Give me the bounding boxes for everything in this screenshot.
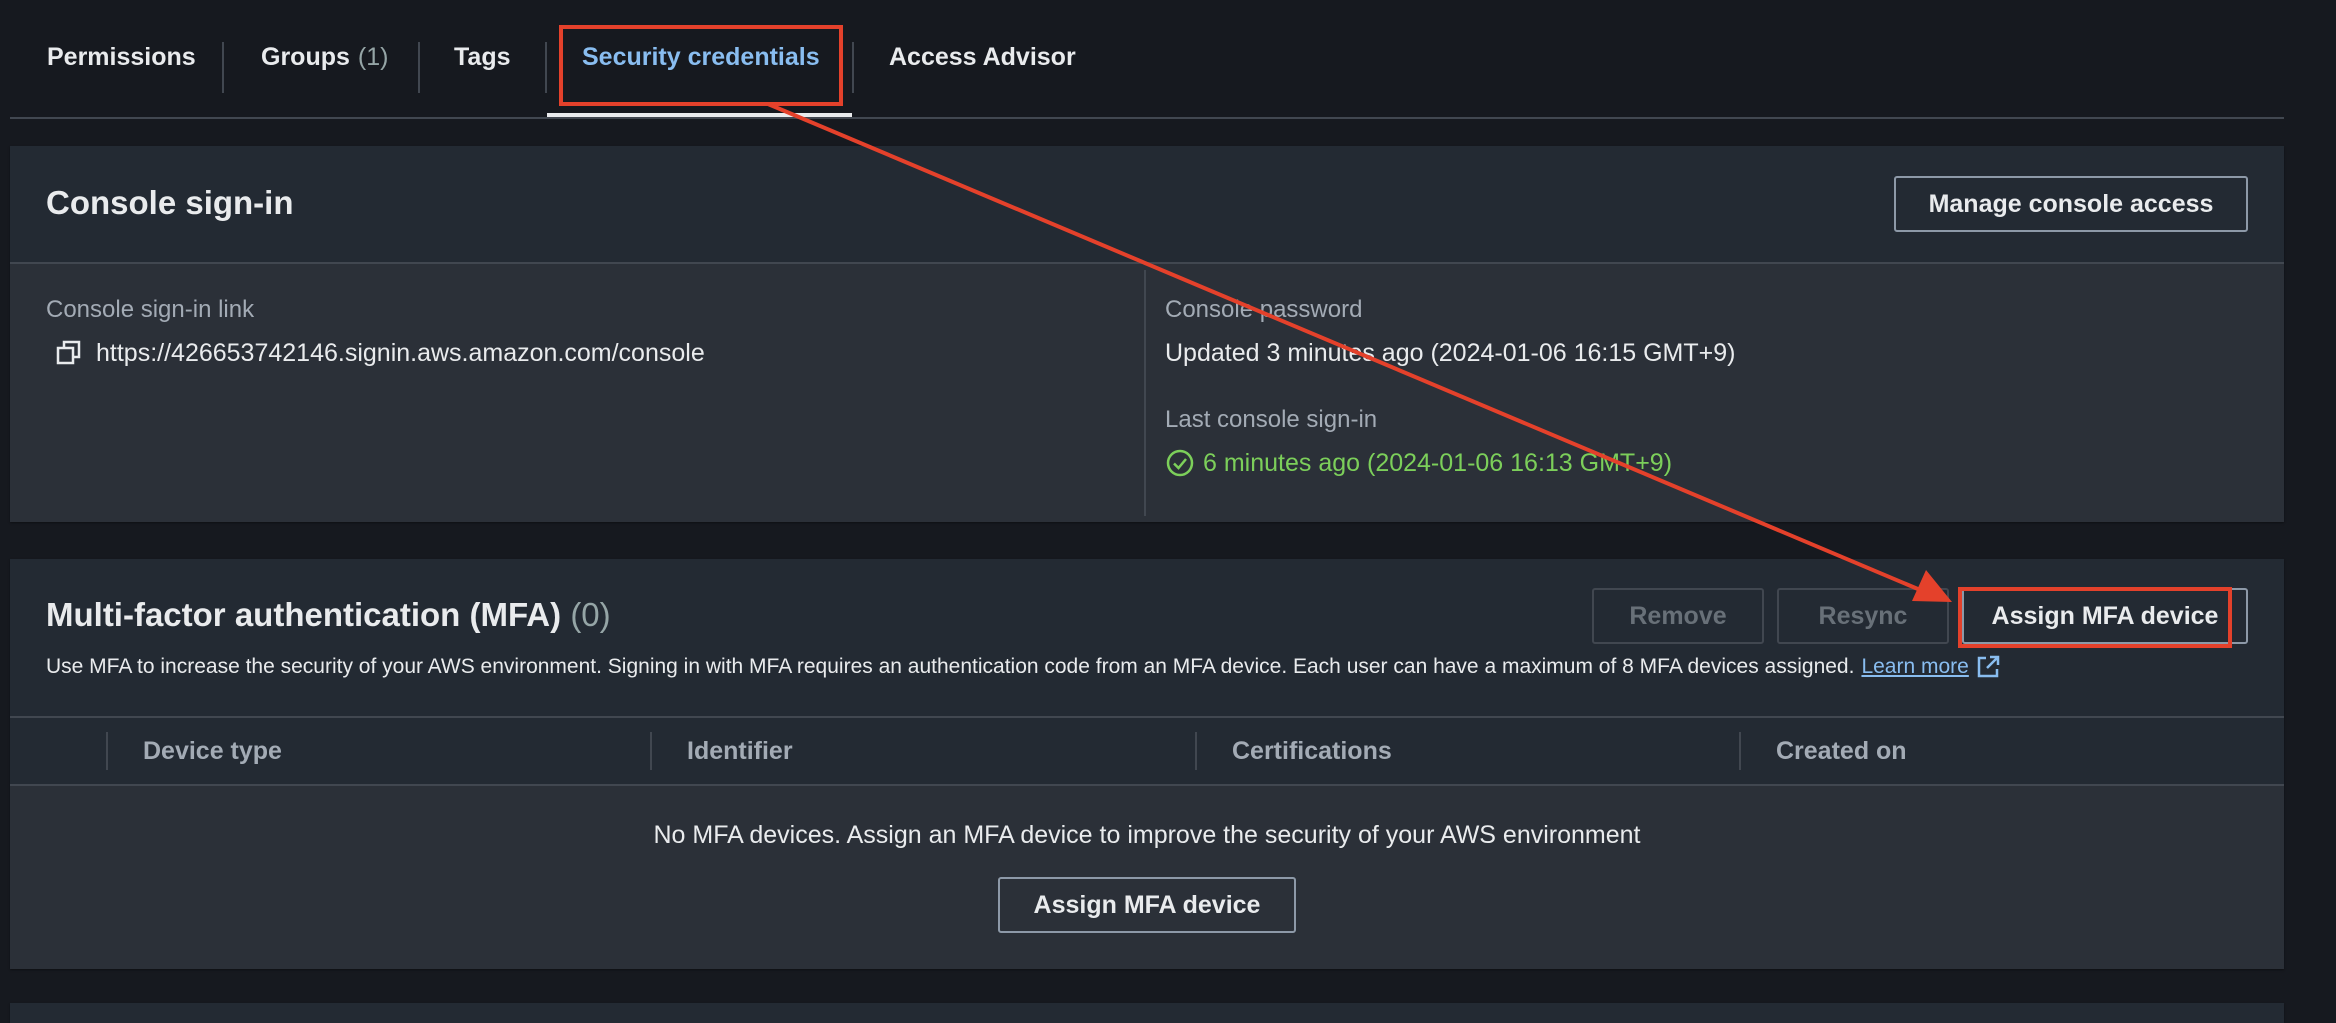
- column-separator: [1739, 732, 1741, 770]
- mfa-description: Use MFA to increase the security of your…: [46, 655, 1855, 678]
- tab-label: Access Advisor: [889, 43, 1076, 71]
- column-divider: [1144, 270, 1146, 516]
- tab-permissions[interactable]: Permissions: [47, 0, 196, 115]
- signin-link-row: https://426653742146.signin.aws.amazon.c…: [54, 338, 705, 368]
- copy-icon[interactable]: [54, 338, 84, 368]
- learn-more-link[interactable]: Learn more: [1861, 655, 1968, 679]
- active-tab-indicator: [547, 113, 852, 117]
- tab-separator: [545, 42, 547, 93]
- remove-button[interactable]: Remove: [1592, 588, 1764, 644]
- mfa-count: (0): [570, 596, 611, 633]
- column-separator: [106, 732, 108, 770]
- empty-state-assign-mfa-button[interactable]: Assign MFA device: [998, 877, 1296, 933]
- status-success-icon: [1165, 448, 1195, 478]
- tab-separator: [852, 42, 854, 93]
- mfa-title-text: Multi-factor authentication (MFA): [46, 596, 562, 633]
- tab-label: Groups: [261, 43, 350, 71]
- column-header-created-on[interactable]: Created on: [1776, 718, 1907, 784]
- console-signin-body: [10, 264, 2284, 522]
- annotation-highlight-box: [1958, 587, 2232, 648]
- tab-separator: [418, 42, 420, 93]
- last-signin-value-row: 6 minutes ago (2024-01-06 16:13 GMT+9): [1165, 448, 1672, 478]
- console-password-value: Updated 3 minutes ago (2024-01-06 16:15 …: [1165, 339, 1736, 367]
- next-panel: [10, 1003, 2284, 1023]
- column-separator: [1195, 732, 1197, 770]
- manage-console-access-button[interactable]: Manage console access: [1894, 176, 2248, 232]
- tab-tags[interactable]: Tags: [454, 0, 511, 115]
- mfa-table-header: Device type Identifier Certifications Cr…: [10, 718, 2284, 784]
- tab-count: (1): [357, 43, 389, 71]
- last-signin-label: Last console sign-in: [1165, 406, 1378, 433]
- last-signin-value: 6 minutes ago (2024-01-06 16:13 GMT+9): [1203, 448, 1673, 477]
- console-signin-panel: Console sign-in Manage console access Co…: [10, 146, 2284, 522]
- mfa-title: Multi-factor authentication (MFA) (0): [46, 596, 611, 634]
- signin-link-label: Console sign-in link: [46, 296, 255, 323]
- column-separator: [650, 732, 652, 770]
- column-header-identifier[interactable]: Identifier: [687, 718, 793, 784]
- tab-label: Permissions: [47, 43, 196, 71]
- empty-state-message: No MFA devices. Assign an MFA device to …: [653, 821, 1641, 849]
- tab-groups[interactable]: Groups (1): [261, 0, 388, 115]
- external-link-icon[interactable]: [1975, 654, 2001, 680]
- resync-button[interactable]: Resync: [1777, 588, 1949, 644]
- column-header-certifications[interactable]: Certifications: [1232, 718, 1392, 784]
- console-signin-title: Console sign-in: [46, 184, 294, 221]
- console-password-label: Console password: [1165, 296, 1363, 323]
- tab-label: Tags: [454, 43, 511, 71]
- signin-link-value: https://426653742146.signin.aws.amazon.c…: [96, 338, 705, 367]
- annotation-highlight-box: [559, 25, 843, 106]
- tab-bar: Permissions Groups (1) Tags Security cred…: [10, 0, 2284, 119]
- tab-access-advisor[interactable]: Access Advisor: [889, 0, 1076, 115]
- column-header-device-type[interactable]: Device type: [143, 718, 282, 784]
- mfa-panel: Multi-factor authentication (MFA) (0) Re…: [10, 559, 2284, 969]
- tab-separator: [222, 42, 224, 93]
- mfa-description-row: Use MFA to increase the security of your…: [46, 654, 2001, 680]
